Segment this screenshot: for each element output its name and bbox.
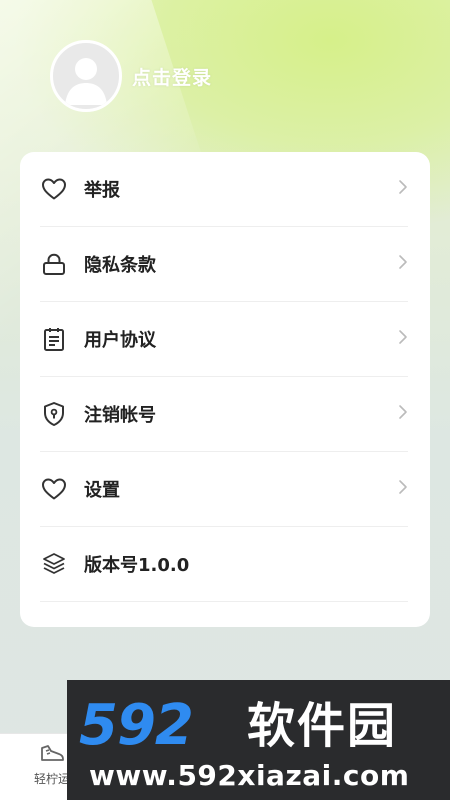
chevron-right-icon [398, 254, 408, 274]
menu-item-label: 设置 [84, 480, 120, 501]
menu-item-label: 用户协议 [84, 330, 156, 351]
sneaker-icon [39, 745, 65, 768]
chevron-right-icon [398, 329, 408, 349]
menu-item-label: 举报 [84, 180, 120, 201]
heart-icon [40, 475, 68, 503]
watermark-banner: 592 软件园 www.592xiazai.com [67, 680, 450, 800]
default-user-icon [65, 58, 107, 105]
watermark-logo: 592 [79, 693, 194, 758]
heart-icon [40, 175, 68, 203]
profile-header[interactable]: 点击登录 [50, 40, 212, 112]
login-link[interactable]: 点击登录 [132, 63, 212, 90]
menu-item-delete-account[interactable]: 注销帐号 [40, 377, 408, 452]
watermark-url: www.592xiazai.com [89, 759, 410, 792]
lock-icon [40, 250, 68, 278]
chevron-right-icon [398, 479, 408, 499]
menu-item-settings[interactable]: 设置 [40, 452, 408, 527]
menu-item-privacy[interactable]: 隐私条款 [40, 227, 408, 302]
layers-icon [40, 550, 68, 578]
menu-item-user-agreement[interactable]: 用户协议 [40, 302, 408, 377]
version-label: 版本号1.0.0 [84, 555, 190, 576]
menu-item-label: 隐私条款 [84, 255, 156, 276]
menu-item-version: 版本号1.0.0 [40, 527, 408, 602]
menu-item-report[interactable]: 举报 [40, 152, 408, 227]
shield-keyhole-icon [40, 400, 68, 428]
menu-item-label: 注销帐号 [84, 405, 156, 426]
avatar[interactable] [50, 40, 122, 112]
chevron-right-icon [398, 179, 408, 199]
watermark-brand: 软件园 [247, 698, 398, 754]
chevron-right-icon [398, 404, 408, 424]
clipboard-icon [40, 325, 68, 353]
menu-card: 举报 隐私条款 用户协议 注销帐号 设置 版本号1.0.0 [20, 152, 430, 627]
